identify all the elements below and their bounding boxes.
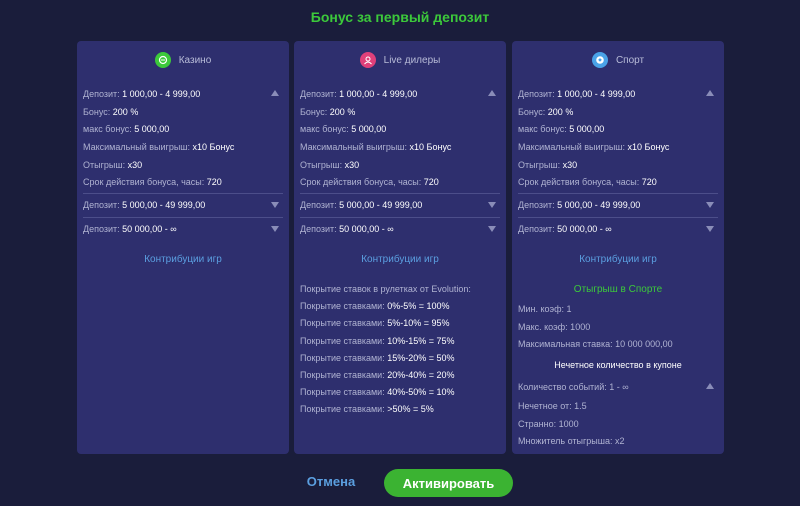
coverage-row: Покрытие ставками: 40%-50% = 10% [300,387,455,397]
expand-arrow-icon[interactable] [488,202,496,208]
cancel-button[interactable]: Отмена [296,472,366,492]
odd-heading: Нечетное количество в купоне [554,360,682,370]
max-bonus-row: макс бонус: 5 000,00 [518,124,605,134]
wager-row: Отыгрыш: x30 [300,160,360,170]
page-title: Бонус за первый депозит [310,9,490,25]
sport-card: Спорт Депозит: 1 000,00 - 4 999,00 Бонус… [512,41,724,454]
game-contributions-link[interactable]: Контрибуции игр [294,254,506,265]
bonus-row: Бонус: 200 % [300,107,356,117]
collapse-arrow-icon[interactable] [271,90,279,96]
deposit-tier2-row[interactable]: Депозит: 5 000,00 - 49 999,00 [518,199,718,211]
collapse-arrow-icon[interactable] [488,90,496,96]
game-contributions-link[interactable]: Контрибуции игр [77,254,289,265]
casino-chip-icon [154,52,171,68]
events-row: Количество событий: 1 - ∞ [518,382,629,392]
wager-row: Отыгрыш: x30 [518,160,578,170]
card-title: Казино [178,54,212,66]
max-win-row: Максимальный выигрыш: x10 Бонус [518,142,670,152]
bonus-row: Бонус: 200 % [518,107,574,117]
max-bonus-row: макс бонус: 5 000,00 [300,124,387,134]
deposit-tier3-row[interactable]: Депозит: 50 000,00 - ∞ [518,223,718,235]
expand-arrow-icon[interactable] [706,202,714,208]
min-coef-row: Мин. коэф: 1 [518,304,572,314]
card-title: Спорт [615,54,645,66]
max-coef-row: Макс. коэф: 1000 [518,322,591,332]
card-title: Live дилеры [383,54,441,66]
card-header: Спорт [512,51,724,69]
expand-arrow-icon[interactable] [271,226,279,232]
divider [300,193,500,194]
activate-button[interactable]: Активировать [384,469,513,497]
divider [518,193,718,194]
divider [83,193,283,194]
deposit-row: Депозит: 1 000,00 - 4 999,00 [300,89,418,99]
deposit-tier2-row[interactable]: Депозит: 5 000,00 - 49 999,00 [83,199,283,211]
coverage-row: Покрытие ставками: 10%-15% = 75% [300,336,455,346]
casino-card: Казино Депозит: 1 000,00 - 4 999,00 Бону… [77,41,289,454]
card-header: Казино [77,51,289,69]
coverage-row: Покрытие ставками: 0%-5% = 100% [300,301,450,311]
coverage-row: Покрытие ставками: >50% = 5% [300,404,434,414]
deposit-row: Депозит: 1 000,00 - 4 999,00 [518,89,636,99]
game-contributions-link[interactable]: Контрибуции игр [512,254,724,265]
live-dealers-card: Live дилеры Депозит: 1 000,00 - 4 999,00… [294,41,506,454]
multiplier-row: Множитель отыгрыша: x2 [518,436,625,446]
live-dealer-icon [359,52,376,68]
coverage-row: Покрытие ставками: 20%-40% = 20% [300,370,455,380]
expand-arrow-icon[interactable] [706,226,714,232]
validity-row: Срок действия бонуса, часы: 720 [300,177,439,187]
strange-row: Странно: 1000 [518,419,579,429]
expand-arrow-icon[interactable] [271,202,279,208]
card-header: Live дилеры [294,51,506,69]
coverage-row: Покрытие ставками: 15%-20% = 50% [300,353,455,363]
coverage-row: Покрытие ставками: 5%-10% = 95% [300,318,450,328]
max-win-row: Максимальный выигрыш: x10 Бонус [300,142,452,152]
deposit-tier3-row[interactable]: Депозит: 50 000,00 - ∞ [300,223,500,235]
validity-row: Срок действия бонуса, часы: 720 [518,177,657,187]
expand-arrow-icon[interactable] [488,226,496,232]
divider [518,217,718,218]
max-bonus-row: макс бонус: 5 000,00 [83,124,170,134]
deposit-row: Депозит: 1 000,00 - 4 999,00 [83,89,201,99]
sport-wager-heading: Отыгрыш в Спорте [573,284,663,295]
max-win-row: Максимальный выигрыш: x10 Бонус [83,142,235,152]
divider [83,217,283,218]
validity-row: Срок действия бонуса, часы: 720 [83,177,222,187]
deposit-tier3-row[interactable]: Депозит: 50 000,00 - ∞ [83,223,283,235]
soccer-ball-icon [591,52,608,68]
wager-row: Отыгрыш: x30 [83,160,143,170]
deposit-tier2-row[interactable]: Депозит: 5 000,00 - 49 999,00 [300,199,500,211]
divider [300,217,500,218]
coverage-heading: Покрытие ставок в рулетках от Evolution: [300,284,471,294]
max-stake-row: Максимальная ставка: 10 000 000,00 [518,339,673,349]
collapse-arrow-icon[interactable] [706,383,714,389]
bonus-row: Бонус: 200 % [83,107,139,117]
odd-from-row: Нечетное от: 1.5 [518,401,587,411]
collapse-arrow-icon[interactable] [706,90,714,96]
